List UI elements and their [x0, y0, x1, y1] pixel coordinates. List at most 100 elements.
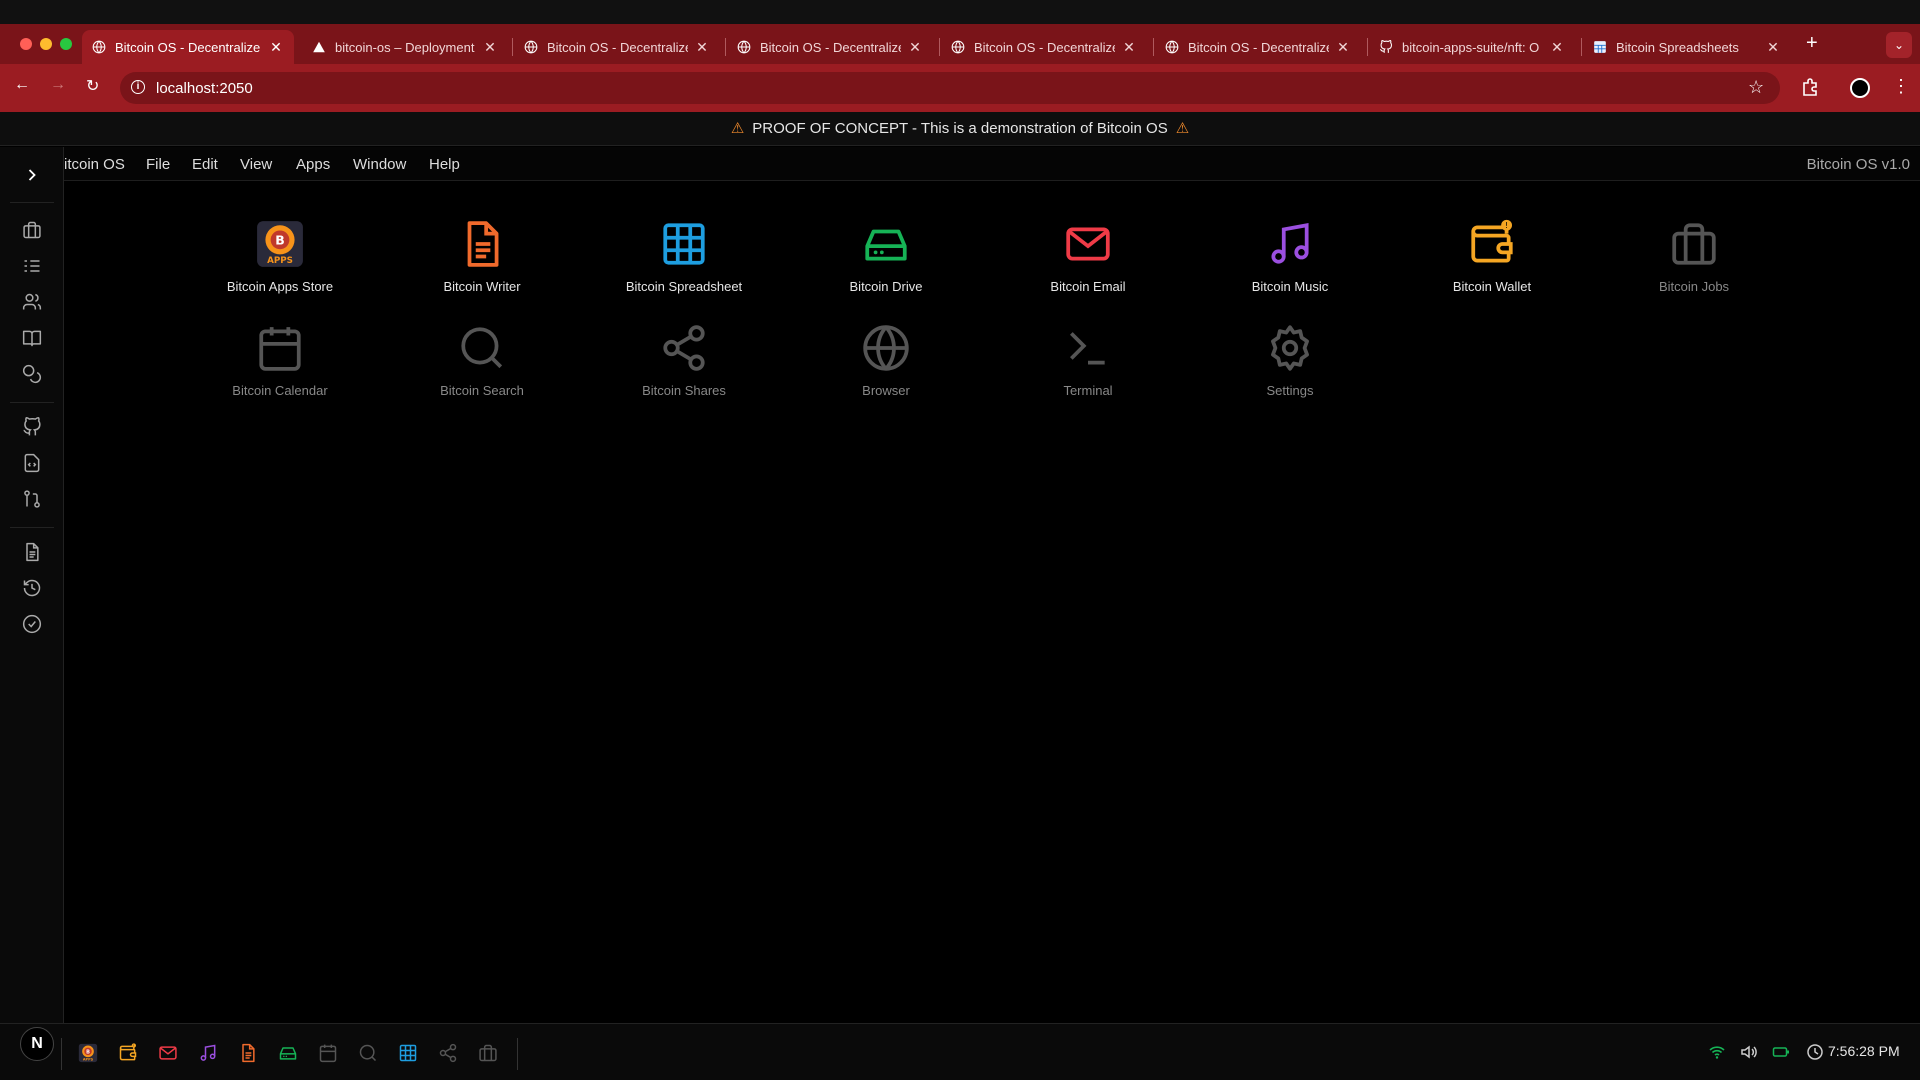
menu-help[interactable]: Help — [429, 156, 460, 173]
extensions-icon[interactable] — [1800, 77, 1820, 97]
bookmark-star-icon[interactable]: ☆ — [1748, 77, 1764, 98]
users-icon[interactable] — [22, 292, 42, 312]
browser-tab[interactable]: Bitcoin OS - Decentralize ✕ — [82, 30, 294, 64]
wifi-icon[interactable] — [1708, 1043, 1726, 1061]
close-window-button[interactable] — [20, 38, 32, 50]
music-icon — [1265, 219, 1315, 269]
desktop-app-bitcoin-calendar[interactable]: Bitcoin Calendar — [180, 323, 380, 398]
app-label: Terminal — [1063, 383, 1113, 398]
app-label: Bitcoin Music — [1251, 279, 1329, 294]
dock-document-icon[interactable] — [238, 1043, 258, 1063]
browser-tab[interactable]: Bitcoin OS - Decentralize ✕ — [727, 30, 933, 64]
maximize-window-button[interactable] — [60, 38, 72, 50]
tab-title: Bitcoin OS - Decentralize — [1188, 39, 1329, 55]
reload-button[interactable]: ↻ — [86, 76, 99, 96]
task-list-icon[interactable] — [22, 256, 42, 276]
os-version-label: Bitcoin OS v1.0 — [1806, 156, 1910, 173]
browser-tab[interactable]: bitcoin-apps-suite/nft: O ✕ — [1369, 30, 1575, 64]
briefcase-icon[interactable] — [22, 220, 42, 240]
url-text[interactable]: localhost:2050 — [156, 80, 253, 97]
desktop-app-bitcoin-drive[interactable]: Bitcoin Drive — [786, 219, 986, 294]
close-tab-icon[interactable]: ✕ — [1335, 39, 1351, 56]
tab-separator — [512, 38, 513, 56]
menu-window[interactable]: Window — [353, 156, 406, 173]
browser-tab[interactable]: Bitcoin OS - Decentralize ✕ — [1155, 30, 1361, 64]
desktop-app-bitcoin-shares[interactable]: Bitcoin Shares — [584, 323, 784, 398]
new-tab-button[interactable]: + — [1806, 32, 1818, 55]
check-circle-icon[interactable] — [22, 614, 42, 634]
github-icon[interactable] — [22, 417, 42, 437]
tab-separator — [725, 38, 726, 56]
dock-mail-icon[interactable] — [158, 1043, 178, 1063]
browser-menu-icon[interactable]: ⋮ — [1892, 76, 1910, 97]
desktop-app-browser[interactable]: Browser — [786, 323, 986, 398]
menu-file[interactable]: File — [146, 156, 170, 173]
dock-music-icon[interactable] — [198, 1043, 218, 1063]
dock-wallet-icon[interactable]: ! — [118, 1043, 138, 1063]
globe-icon — [1165, 40, 1179, 54]
site-info-icon[interactable]: i — [131, 80, 145, 94]
desktop-app-settings[interactable]: Settings — [1190, 323, 1390, 398]
document-icon[interactable] — [22, 542, 42, 562]
menu-edit[interactable]: Edit — [192, 156, 218, 173]
browser-tab[interactable]: Bitcoin Spreadsheets ✕ — [1583, 30, 1791, 64]
desktop-app-bitcoin-writer[interactable]: Bitcoin Writer — [382, 219, 582, 294]
globe-icon — [737, 40, 751, 54]
close-tab-icon[interactable]: ✕ — [1121, 39, 1137, 56]
os-menu-bar: itcoin OS File Edit View Apps Window Help Bitc… — [64, 147, 1920, 181]
tab-separator — [1153, 38, 1154, 56]
vercel-icon — [312, 40, 326, 54]
dock-table-icon[interactable] — [398, 1043, 418, 1063]
browser-tab[interactable]: Bitcoin OS - Decentralize ✕ — [514, 30, 720, 64]
table-icon — [659, 219, 709, 269]
close-tab-icon[interactable]: ✕ — [268, 39, 284, 56]
search-icon — [457, 323, 507, 373]
book-icon[interactable] — [22, 328, 42, 348]
clock-icon — [1807, 1044, 1823, 1060]
coins-icon[interactable] — [22, 364, 42, 384]
close-tab-icon[interactable]: ✕ — [1765, 39, 1781, 56]
desktop-app-bitcoin-email[interactable]: Bitcoin Email — [988, 219, 1188, 294]
close-tab-icon[interactable]: ✕ — [694, 39, 710, 56]
desktop-app-bitcoin-wallet[interactable]: ! Bitcoin Wallet — [1392, 219, 1592, 294]
desktop-app-bitcoin-spreadsheet[interactable]: Bitcoin Spreadsheet — [584, 219, 784, 294]
sidebar-expand-icon[interactable] — [22, 165, 42, 185]
start-badge[interactable]: N — [20, 1027, 54, 1061]
profile-avatar[interactable] — [1850, 78, 1870, 98]
forward-button[interactable]: → — [50, 76, 66, 94]
menu-view[interactable]: View — [240, 156, 272, 173]
dock-calendar-icon[interactable] — [318, 1043, 338, 1063]
desktop-app-bitcoin-search[interactable]: Bitcoin Search — [382, 323, 582, 398]
dock-drive-icon[interactable] — [278, 1043, 298, 1063]
tab-search-button[interactable]: ⌄ — [1886, 32, 1912, 58]
close-tab-icon[interactable]: ✕ — [482, 39, 498, 56]
browser-tab[interactable]: bitcoin-os – Deployment ✕ — [302, 30, 508, 64]
desktop-app-terminal[interactable]: Terminal — [988, 323, 1188, 398]
git-pull-request-icon[interactable] — [22, 489, 42, 509]
back-button[interactable]: ← — [14, 76, 30, 94]
desktop-app-bitcoin-jobs[interactable]: Bitcoin Jobs — [1594, 219, 1794, 294]
mail-icon — [1063, 219, 1113, 269]
dock-divider — [517, 1038, 518, 1070]
dock-share-icon[interactable] — [438, 1043, 458, 1063]
minimize-window-button[interactable] — [40, 38, 52, 50]
tab-title: bitcoin-os – Deployment — [335, 39, 475, 55]
browser-tab[interactable]: Bitcoin OS - Decentralize ✕ — [941, 30, 1147, 64]
menu-apps[interactable]: Apps — [296, 156, 330, 173]
menu-itcoin-os[interactable]: itcoin OS — [64, 156, 125, 173]
close-tab-icon[interactable]: ✕ — [1549, 39, 1565, 56]
desktop-app-bitcoin-apps-store[interactable]: B APPS Bitcoin Apps Store — [180, 219, 380, 294]
dock-search-icon[interactable] — [358, 1043, 378, 1063]
app-label: Bitcoin Shares — [642, 383, 726, 398]
history-icon[interactable] — [22, 578, 42, 598]
address-bar[interactable] — [120, 72, 1780, 104]
close-tab-icon[interactable]: ✕ — [907, 39, 923, 56]
dock-briefcase-icon[interactable] — [478, 1043, 498, 1063]
os-top-bar — [0, 0, 1920, 24]
app-label: Bitcoin Wallet — [1452, 279, 1532, 294]
svg-text:!: ! — [133, 1044, 134, 1048]
volume-icon[interactable] — [1740, 1043, 1758, 1061]
code-file-icon[interactable] — [22, 453, 42, 473]
dock-apps-store-logo[interactable]: B APPS — [78, 1043, 98, 1063]
desktop-app-bitcoin-music[interactable]: Bitcoin Music — [1190, 219, 1390, 294]
